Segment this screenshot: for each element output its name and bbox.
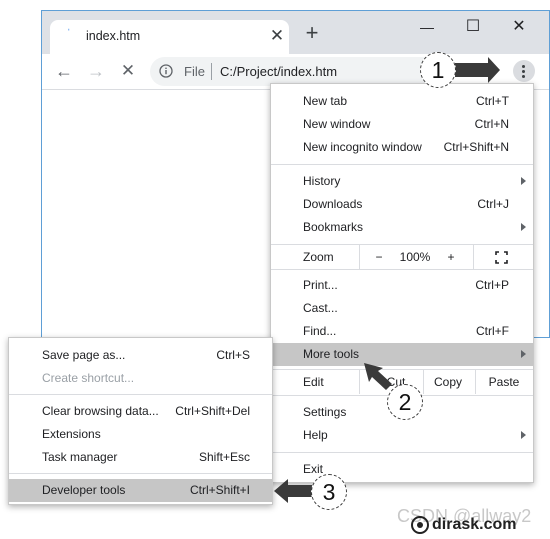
callout-step-3: 3 — [311, 474, 347, 510]
callout-arrows — [274, 57, 500, 503]
arrow-step1-icon — [455, 57, 500, 83]
arrow-step3-icon — [274, 479, 312, 503]
callout-step-1: 1 — [420, 52, 456, 88]
callout-step-2: 2 — [387, 384, 423, 420]
dirask-logo-icon — [410, 515, 430, 535]
arrow-step2-icon — [364, 363, 392, 390]
dirask-brand: dirask.com — [432, 516, 517, 533]
